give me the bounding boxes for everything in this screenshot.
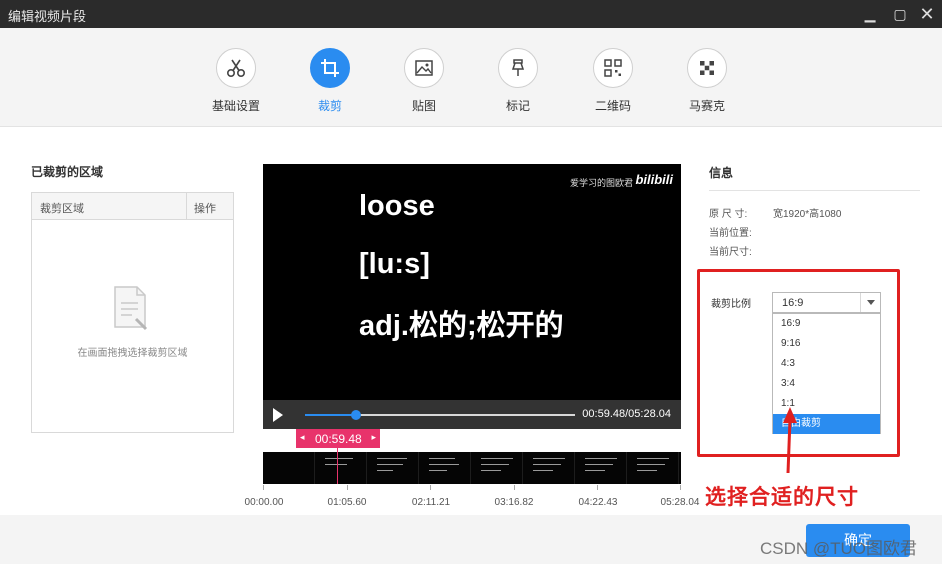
video-preview[interactable]: 爱学习的图欧君 bilibili loose [lu:s] adj.松的;松开的 — [263, 164, 681, 400]
image-icon — [404, 48, 444, 88]
column-divider — [186, 193, 187, 220]
subtitle-line: [lu:s] — [359, 248, 430, 280]
playhead-line — [337, 448, 338, 484]
player-controls: 00:59.48/05:28.04 — [263, 400, 681, 429]
qr-code-icon — [593, 48, 633, 88]
tab-basic-settings[interactable]: 基础设置 — [196, 48, 276, 114]
ruler-label: 05:28.04 — [660, 497, 700, 508]
tab-sticker[interactable]: 贴图 — [384, 48, 464, 114]
ruler-tick — [430, 485, 431, 490]
original-size-label: 原 尺 寸: — [709, 209, 748, 220]
cropped-regions-table: 裁剪区域 操作 在画面拖拽选择裁剪区域 — [31, 192, 234, 433]
current-position-label: 当前位置: — [709, 228, 752, 239]
current-time-marker[interactable]: ◂ 00:59.48 ▸ — [296, 429, 380, 448]
ruler-tick — [263, 485, 264, 490]
ruler-tick — [347, 485, 348, 490]
empty-document-icon — [112, 285, 150, 331]
csdn-watermark: CSDN @TUO图欧君 — [760, 539, 918, 558]
ruler-label: 00:00.00 — [244, 497, 284, 508]
column-crop-region: 裁剪区域 — [40, 203, 84, 215]
minimize-button[interactable]: ▁ — [856, 2, 884, 26]
progress-bar[interactable] — [305, 410, 575, 420]
thumbnail-frame — [419, 452, 471, 484]
thumbnail-frame — [471, 452, 523, 484]
tab-label: 二维码 — [594, 99, 631, 113]
tool-tabs: 基础设置 裁剪 贴图 标记 二维码 马赛克 — [0, 28, 942, 127]
bilibili-logo: bilibili — [635, 172, 673, 187]
arrow-icon — [783, 407, 797, 474]
tab-label: 马赛克 — [688, 99, 725, 113]
mosaic-icon — [687, 48, 727, 88]
tab-label: 裁剪 — [317, 99, 342, 113]
annotation-text: 选择合适的尺寸 — [705, 486, 859, 509]
thumbnail-frame — [263, 452, 315, 484]
scissors-icon — [216, 48, 256, 88]
ruler-tick — [680, 485, 681, 490]
ruler-label: 03:16.82 — [494, 497, 534, 508]
pin-icon — [498, 48, 538, 88]
progress-thumb[interactable] — [351, 410, 362, 420]
table-header: 裁剪区域 操作 — [32, 193, 233, 220]
ruler-tick — [597, 485, 598, 490]
ruler-label: 04:22.43 — [578, 497, 618, 508]
column-action: 操作 — [194, 203, 216, 215]
tab-qr-code[interactable]: 二维码 — [573, 48, 653, 114]
tab-label: 贴图 — [411, 99, 436, 113]
tab-crop[interactable]: 裁剪 — [290, 48, 370, 114]
close-button[interactable]: ✕ — [913, 2, 941, 26]
thumbnail-frame — [575, 452, 627, 484]
thumbnail-frame — [627, 452, 679, 484]
tab-label: 标记 — [505, 99, 530, 113]
info-title: 信息 — [709, 166, 734, 180]
ruler-label: 01:05.60 — [327, 497, 367, 508]
chevron-left-icon[interactable]: ◂ — [300, 432, 305, 443]
marker-time: 00:59.48 — [315, 432, 362, 446]
chevron-right-icon[interactable]: ▸ — [371, 432, 376, 443]
subtitle-line: adj.松的;松开的 — [359, 310, 564, 342]
subtitle-line: loose — [359, 190, 435, 222]
tab-label: 基础设置 — [211, 99, 260, 113]
thumbnail-strip[interactable] — [263, 452, 681, 484]
play-icon[interactable] — [273, 408, 283, 422]
cropped-regions-title: 已裁剪的区域 — [31, 165, 104, 179]
info-divider — [709, 190, 920, 191]
title-bar: 编辑视频片段 ▁ ▢ ✕ — [0, 0, 942, 28]
thumbnail-frame — [367, 452, 419, 484]
progress-fill — [305, 414, 357, 416]
thumbnail-frame — [523, 452, 575, 484]
ruler-label: 02:11.21 — [411, 497, 451, 508]
empty-hint: 在画面拖拽选择裁剪区域 — [77, 348, 188, 359]
maximize-button[interactable]: ▢ — [886, 2, 914, 26]
thumbnail-frame — [315, 452, 367, 484]
tab-mark[interactable]: 标记 — [478, 48, 558, 114]
original-size-value: 宽1920*高1080 — [773, 209, 842, 220]
ruler-tick — [514, 485, 515, 490]
tab-mosaic[interactable]: 马赛克 — [667, 48, 747, 114]
current-size-label: 当前尺寸: — [709, 247, 752, 258]
crop-icon — [310, 48, 350, 88]
time-display: 00:59.48/05:28.04 — [582, 408, 671, 420]
time-ruler — [263, 485, 681, 495]
video-watermark: 爱学习的图欧君 — [569, 178, 633, 188]
window-title: 编辑视频片段 — [8, 9, 87, 24]
